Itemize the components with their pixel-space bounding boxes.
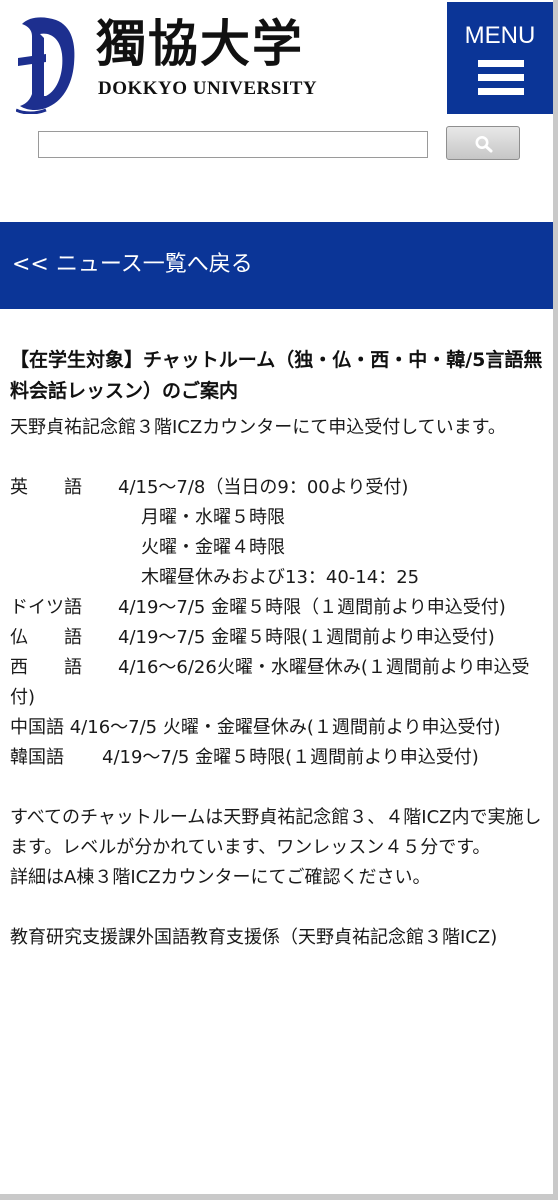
search-input[interactable] xyxy=(38,131,428,158)
hamburger-icon xyxy=(478,60,524,96)
menu-label: MENU xyxy=(464,22,536,49)
schedule-lang-spanish: 西 語 xyxy=(10,657,82,678)
schedule-english-line3: 火曜・金曜４時限 xyxy=(141,537,285,558)
schedule-chinese-text: 4/16〜7/5 火曜・金曜昼休み(１週間前より申込受付) xyxy=(69,717,501,738)
schedule-french-text: 4/19〜7/5 金曜５時限(１週間前より申込受付) xyxy=(118,627,495,648)
menu-button[interactable]: MENU xyxy=(447,2,553,114)
schedule-english-line2: 月曜・水曜５時限 xyxy=(141,507,285,528)
article-note-venue: すべてのチャットルームは天野貞祐記念館３、４階ICZ内で実施します。レベルが分か… xyxy=(10,807,542,858)
schedule-english: 英 語 4/15〜7/8（当日の9：00より受付) xyxy=(10,473,550,503)
schedule-spanish: 西 語 4/16〜6/26火曜・水曜昼休み(１週間前より申込受付) xyxy=(10,653,550,713)
article-intro: 天野貞祐記念館３階ICZカウンターにて申込受付しています。 xyxy=(10,417,506,438)
search-button[interactable] xyxy=(446,126,520,160)
schedule-lang-korean: 韓国語 xyxy=(10,747,64,768)
logo-english-name: DOKKYO UNIVERSITY xyxy=(98,78,318,99)
schedule-lang-french: 仏 語 xyxy=(10,627,82,648)
schedule-german: ドイツ語 4/19〜7/5 金曜５時限（１週間前より申込受付) xyxy=(10,593,550,623)
back-to-news-list-link[interactable]: << ニュース一覧へ戻る xyxy=(12,250,253,280)
back-navigation-bar: << ニュース一覧へ戻る xyxy=(0,222,553,309)
schedule-lang-chinese: 中国語 xyxy=(10,717,64,738)
schedule-chinese: 中国語 4/16〜7/5 火曜・金曜昼休み(１週間前より申込受付) xyxy=(10,713,550,743)
news-article: 【在学生対象】チャットルーム（独・仏・西・中・韓/5言語無料会話レッスン）のご案… xyxy=(10,345,550,953)
article-body: 天野貞祐記念館３階ICZカウンターにて申込受付しています。 英 語 4/15〜7/… xyxy=(10,413,550,953)
search-icon xyxy=(475,136,493,153)
article-title: 【在学生対象】チャットルーム（独・仏・西・中・韓/5言語無料会話レッスン）のご案… xyxy=(10,349,543,402)
article-note-details: 詳細はA棟３階ICZカウンターにてご確認ください。 xyxy=(10,867,431,888)
article-contact: 教育研究支援課外国語教育支援係（天野貞祐記念館３階ICZ) xyxy=(10,927,498,948)
logo-japanese-name: 獨協大学 xyxy=(96,14,304,73)
schedule-english-line4: 木曜昼休みおよび13：40-14：25 xyxy=(141,567,420,588)
site-header: 獨協大学 DOKKYO UNIVERSITY MENU xyxy=(0,0,553,222)
schedule-english-line1: 4/15〜7/8（当日の9：00より受付) xyxy=(118,477,409,498)
schedule-french: 仏 語 4/19〜7/5 金曜５時限(１週間前より申込受付) xyxy=(10,623,550,653)
schedule-korean-text: 4/19〜7/5 金曜５時限(１週間前より申込受付) xyxy=(102,747,479,768)
schedule-lang-english: 英 語 xyxy=(10,477,82,498)
schedule-korean: 韓国語 4/19〜7/5 金曜５時限(１週間前より申込受付) xyxy=(10,743,550,773)
schedule-lang-german: ドイツ語 xyxy=(10,597,82,618)
page-bottom-edge xyxy=(0,1194,558,1200)
page-scroll-edge xyxy=(553,0,558,1200)
schedule-german-text: 4/19〜7/5 金曜５時限（１週間前より申込受付) xyxy=(118,597,506,618)
university-crest-icon xyxy=(16,17,75,114)
